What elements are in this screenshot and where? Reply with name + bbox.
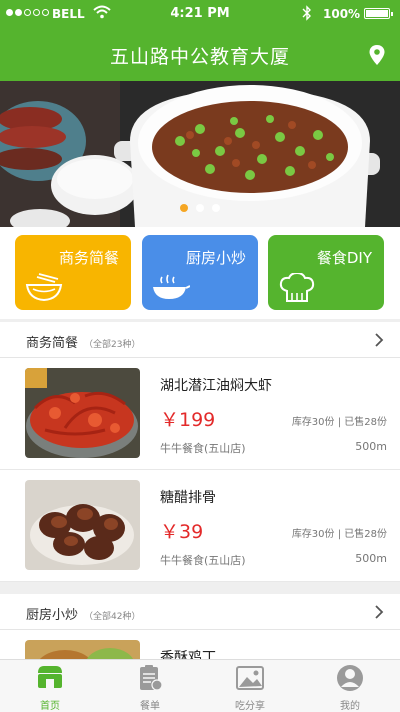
battery-icon: [364, 8, 393, 19]
stir-fry-icon: [153, 274, 190, 299]
item-distance: 500m: [355, 552, 387, 565]
item-price: ￥39: [160, 521, 204, 543]
section-title: 商务简餐 （全部23种）: [26, 336, 141, 351]
category-label: 餐食DIY: [316, 249, 372, 267]
tab-home[interactable]: 首页: [0, 660, 100, 712]
user-profile-icon: [337, 665, 363, 691]
section-count: （全部23种）: [84, 340, 141, 350]
bowl-icon: [25, 273, 63, 302]
category-label: 厨房小炒: [185, 249, 246, 267]
status-bar: BELL 4:21 PM 100%: [0, 0, 400, 28]
tab-menu[interactable]: 餐单: [100, 660, 200, 712]
section-title: 厨房小炒 （全部42种）: [26, 608, 141, 623]
section-header-business-meal[interactable]: 商务简餐 （全部23种）: [0, 322, 400, 358]
tab-label: 我的: [340, 701, 360, 712]
top-bar: BELL 4:21 PM 100% 五山路中公教育大厦: [0, 0, 400, 81]
category-label: 商务简餐: [58, 249, 119, 267]
photo-share-icon: [236, 666, 264, 690]
category-kitchen-stir-fry[interactable]: 厨房小炒: [142, 235, 258, 310]
item-distance: 500m: [355, 440, 387, 453]
carousel-indicator[interactable]: [0, 204, 400, 212]
bluetooth-icon: [302, 5, 311, 21]
location-pin-icon[interactable]: [368, 44, 386, 66]
food-thumbnail: [25, 480, 140, 570]
list-item[interactable]: 湖北潜江油焖大虾 ￥199 库存30份 | 已售28份 牛牛餐食(五山店) 50…: [0, 358, 400, 470]
list-item[interactable]: 糖醋排骨 ￥39 库存30份 | 已售28份 牛牛餐食(五山店) 500m: [0, 470, 400, 582]
menu-list-icon: [140, 665, 163, 691]
item-shop: 牛牛餐食(五山店): [160, 554, 246, 567]
chevron-right-icon: [375, 333, 384, 347]
chevron-right-icon: [375, 605, 384, 619]
page-title: 五山路中公教育大厦: [109, 46, 290, 68]
tab-label: 吃分享: [235, 701, 265, 712]
carousel-dot[interactable]: [196, 204, 204, 212]
section-header-kitchen-stir-fry[interactable]: 厨房小炒 （全部42种）: [0, 594, 400, 630]
category-diy[interactable]: 餐食DIY: [268, 235, 384, 310]
item-name: 糖醋排骨: [160, 490, 216, 506]
item-stock-sold: 库存30份 | 已售28份: [291, 529, 387, 540]
item-shop: 牛牛餐食(五山店): [160, 442, 246, 455]
category-tiles: 商务简餐 厨房小炒 餐食DIY: [0, 227, 400, 319]
bottom-tab-bar: 首页 餐单 吃分享 我的: [0, 659, 400, 712]
carousel-dot[interactable]: [180, 204, 188, 212]
item-stock-sold: 库存30份 | 已售28份: [291, 417, 387, 428]
carousel-dot[interactable]: [212, 204, 220, 212]
item-name: 湖北潜江油焖大虾: [160, 378, 272, 394]
tab-label: 餐单: [140, 701, 160, 712]
food-thumbnail: [25, 368, 140, 458]
tab-profile[interactable]: 我的: [300, 660, 400, 712]
home-shop-icon: [38, 666, 62, 688]
tab-label: 首页: [40, 701, 60, 712]
battery-percent: 100%: [323, 7, 361, 21]
category-business-meal[interactable]: 商务简餐: [15, 235, 131, 310]
tab-share[interactable]: 吃分享: [200, 660, 300, 712]
item-price: ￥199: [160, 409, 216, 431]
section-count: （全部42种）: [84, 612, 141, 622]
chef-hat-icon: [279, 273, 315, 302]
